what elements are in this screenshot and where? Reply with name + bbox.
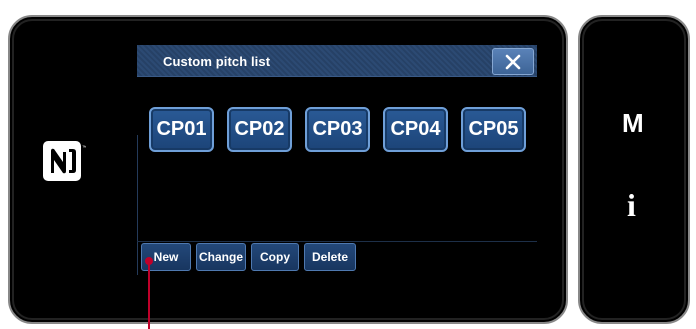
mode-key[interactable]: M	[622, 108, 644, 139]
delete-button[interactable]: Delete	[304, 243, 356, 271]
custom-pitch-list-dialog: Custom pitch list CP01 CP02 CP03 CP04 CP…	[137, 45, 537, 275]
callout-line	[148, 261, 150, 329]
nfc-logo-icon: ™	[42, 140, 87, 182]
pitch-button-cp03[interactable]: CP03	[305, 107, 370, 152]
dialog-title: Custom pitch list	[163, 54, 271, 69]
pitch-button-cp04[interactable]: CP04	[383, 107, 448, 152]
operation-panel: ™ Custom pitch list CP01 CP02 CP03 CP04 …	[0, 0, 696, 329]
pitch-button-cp01[interactable]: CP01	[149, 107, 214, 152]
svg-text:™: ™	[82, 145, 86, 151]
pitch-button-row: CP01 CP02 CP03 CP04 CP05	[149, 107, 539, 155]
pitch-button-cp02[interactable]: CP02	[227, 107, 292, 152]
close-button[interactable]	[492, 48, 534, 75]
footer-divider	[137, 241, 537, 242]
callout-marker	[145, 257, 153, 265]
side-key-frame	[578, 15, 690, 324]
screen-edge-line	[137, 135, 138, 275]
copy-button[interactable]: Copy	[251, 243, 299, 271]
pitch-button-cp05[interactable]: CP05	[461, 107, 526, 152]
info-key[interactable]: i	[627, 187, 636, 224]
dialog-titlebar: Custom pitch list	[137, 45, 537, 77]
change-button[interactable]: Change	[196, 243, 246, 271]
close-icon	[505, 54, 521, 69]
